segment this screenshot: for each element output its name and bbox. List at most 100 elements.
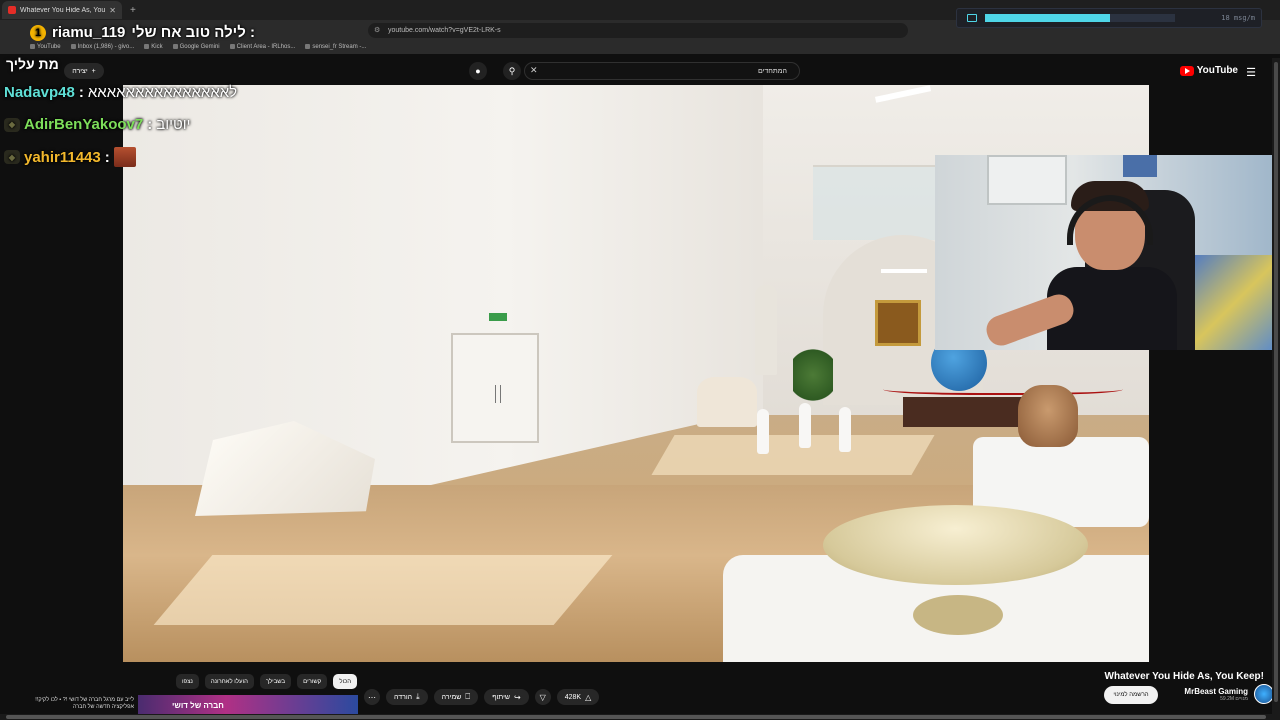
scrollbar-thumb[interactable] [6,715,1266,719]
face-emote-icon [113,147,136,167]
chat-icon [967,14,977,22]
mic-icon: ● [475,66,481,76]
gallery-door [451,333,539,443]
channel-avatar[interactable] [1254,684,1274,704]
youtube-favicon-icon [8,6,16,14]
url-field[interactable]: ⚙ youtube.com/watch?v=gVE2t-LRK-s [368,23,908,38]
message-rate-meter: 18 msg/m [956,8,1262,28]
create-label: יצירה [72,67,88,75]
tab-title: Whatever You Hide As, You K [20,6,106,14]
new-tab-icon[interactable]: + [130,5,136,16]
chat-line: ◆ yahir11443 : [4,147,136,167]
bookmark-item[interactable]: Client Area - IRLhos... [230,44,296,50]
url-text: youtube.com/watch?v=gVE2t-LRK-s [388,27,501,34]
chip-related[interactable]: קשורים [297,674,328,689]
covered-object [697,377,757,427]
chat-message: לאאאאאאאאאאאאאאא [87,84,238,101]
video-actions: ⋯ הורדה ⤓ שמירה ⎕ שיתוף ↪ ▽ 428K △ [364,689,600,705]
download-button[interactable]: הורדה ⤓ [386,689,428,705]
thumbs-up-icon: △ [585,692,592,702]
browser-tab[interactable]: Whatever You Hide As, You K ✕ [2,1,122,19]
chat-separator: : [104,148,110,166]
search-button[interactable]: ⚲ [503,62,521,80]
site-info-icon[interactable]: ⚙ [374,26,380,34]
rope-barrier [883,381,1123,395]
meter-label: 18 msg/m [1221,14,1255,22]
dislike-icon: ▽ [539,692,546,702]
save-button[interactable]: שמירה ⎕ [433,689,479,705]
video-title: Whatever You Hide As, You Keep! [1104,671,1264,682]
recommended-video-thumbnail[interactable]: חברה של דושי [138,695,358,715]
bookmark-item[interactable]: Google Gemini [173,44,220,50]
clear-search-icon[interactable]: ✕ [530,65,538,76]
screen: Whatever You Hide As, You K ✕ + ⚙ youtub… [0,0,1280,720]
chat-username: AdirBenYakoov7 [24,116,144,133]
channel-text: MrBeast Gaming 59.2M מנויים [1184,687,1248,702]
sunlight-patch [153,555,613,625]
download-label: הורדה [394,693,413,701]
youtube-header: YouTube ☰ המתחדים [0,58,1280,84]
more-actions-button[interactable]: ⋯ [364,689,380,705]
subscriber-badge-icon: ◆ [4,117,20,132]
youtube-logo[interactable]: YouTube [1179,65,1238,76]
chat-message: יוטיוב [156,116,191,133]
bowl [823,505,1088,585]
vertical-scrollbar[interactable] [1272,58,1280,720]
plus-icon: + [91,67,96,75]
close-tab-icon[interactable]: ✕ [109,6,116,15]
chat-line: Nadavp48 : לאאאאאאאאאאאאאאא [4,84,237,101]
bookmark-item[interactable]: Inbox (1,986) - givo... [71,44,135,50]
exit-sign [489,313,507,321]
chat-separator: : [78,84,84,101]
scrollbar-thumb[interactable] [1274,62,1278,702]
like-button[interactable]: 428K △ [556,689,600,705]
recommendation-filter-chips: נצפו הועלו לאחרונה בשבילך קשורים הכול [176,674,358,689]
create-button[interactable]: יצירה + [64,63,104,79]
save-label: שמירה [441,693,462,701]
statue [755,285,777,375]
bookmark-item[interactable]: Kick [144,44,162,50]
like-count: 428K [564,693,582,701]
share-button[interactable]: שיתוף ↪ [484,689,529,705]
dislike-button[interactable]: ▽ [534,689,551,705]
channel-info[interactable]: MrBeast Gaming 59.2M מנויים [1184,684,1274,704]
channel-name[interactable]: MrBeast Gaming [1184,687,1248,696]
recommended-video-title[interactable]: לייב עם מרגל חברה של דושי !? • לכו לקיק!… [16,697,134,711]
ceiling-light [881,269,927,273]
chip-all[interactable]: הכול [333,674,358,689]
chip-recent[interactable]: הועלו לאחרונה [204,674,254,689]
bowl-base [913,595,1003,635]
display-table [903,397,1023,427]
chat-highlight: 1 riamu_119 לילה טוב אח שלי : [30,24,255,41]
chip-for-you[interactable]: בשבילך [259,674,292,689]
voice-search-button[interactable]: ● [469,62,487,80]
subscribe-button[interactable]: הרשמה למינוי [1104,686,1158,704]
bookmark-icon: ⎕ [465,692,471,701]
share-icon: ↪ [514,692,521,702]
search-input[interactable]: המתחדים [524,62,800,80]
subscriber-badge-icon: ◆ [4,150,20,164]
chat-username: Nadavp48 [4,84,75,101]
bookmarks-bar: YouTube Inbox (1,986) - givo... Kick Goo… [0,40,1280,54]
chat-separator: : [147,116,153,133]
bookmark-item[interactable]: YouTube [30,44,61,50]
meter-fill [985,14,1111,22]
overlay-corner-text: מת עליך [6,56,59,72]
room-window [987,155,1067,205]
download-icon: ⤓ [416,692,420,701]
wall-poster [1123,155,1157,177]
player-figures [753,403,863,463]
subscriber-count: 59.2M מנויים [1220,695,1248,702]
search-value: המתחדים [758,67,787,75]
bookmark-item[interactable]: sensei_fr Stream -... [305,44,366,50]
plant [793,345,833,405]
logo-text: YouTube [1196,65,1238,76]
horizontal-scrollbar[interactable] [0,714,1272,720]
search-icon: ⚲ [508,65,516,76]
chat-username: riamu_119 [52,24,126,41]
vase [1018,385,1078,447]
hamburger-menu-icon[interactable]: ☰ [1246,66,1256,79]
thumbnail-text: חברה של דושי [172,700,224,710]
youtube-play-icon [1179,65,1194,76]
chip-watched[interactable]: נצפו [176,674,199,689]
